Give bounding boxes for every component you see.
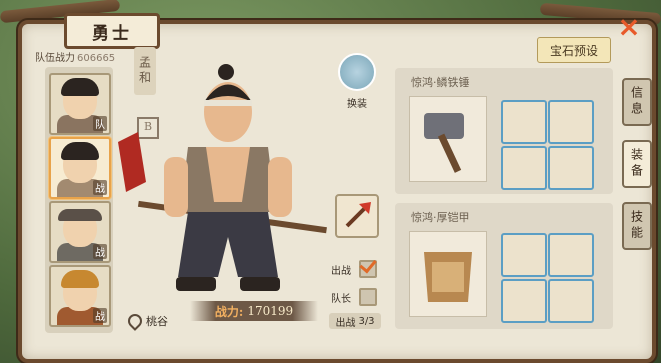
tab-equipment[interactable]: 装备 [622, 140, 652, 188]
sortie-count: 出战 3/3 [329, 313, 381, 329]
weapon-item-slot[interactable] [409, 96, 487, 182]
location-pin-icon [125, 311, 145, 331]
weapon-title: 惊鸿·鳞铁锤 [411, 76, 470, 89]
gem-slot[interactable] [548, 146, 594, 190]
gem-slot[interactable] [501, 279, 547, 323]
captain-label: 队长 [331, 293, 351, 305]
sortie-count-value: 3/3 [358, 315, 375, 327]
power-value: 170199 [247, 304, 294, 318]
hammer-icon [424, 113, 464, 173]
roster-slot-selected[interactable]: 战 [49, 137, 111, 199]
avatar [61, 142, 99, 160]
roster-slot[interactable]: 队 [49, 73, 111, 135]
slot-tag: 战 [93, 244, 107, 259]
tab-info[interactable]: 信息 [622, 78, 652, 126]
hero-figure [118, 64, 327, 291]
avatar [58, 209, 102, 221]
tab-skills[interactable]: 技能 [622, 202, 652, 250]
sortie-count-label: 出战 [335, 317, 356, 329]
captain-toggle[interactable]: 队长 [331, 288, 377, 306]
gem-slot[interactable] [501, 100, 547, 144]
slot-tag: 队 [93, 116, 107, 131]
axe-icon [345, 202, 371, 228]
avatar [61, 270, 99, 288]
roster-slot[interactable]: 战 [49, 201, 111, 263]
avatar [61, 78, 99, 96]
weapon-skin-slot[interactable] [335, 194, 379, 238]
squad-power: 队伍战力 606665 [35, 49, 115, 64]
gem-slot[interactable] [548, 279, 594, 323]
outfit-switch-label: 换装 [347, 99, 367, 110]
location: 桃谷 [125, 311, 168, 331]
page-title: 勇士 [64, 13, 160, 49]
hero-power: 战力: 170199 [190, 301, 318, 321]
armor-title: 惊鸿·厚铠甲 [411, 211, 470, 224]
squad-power-label: 队伍战力 [35, 53, 75, 64]
gem-slot[interactable] [501, 146, 547, 190]
close-icon[interactable]: × [616, 13, 642, 41]
outfit-switch-button[interactable]: 换装 [335, 53, 379, 110]
armor-item-slot[interactable] [409, 231, 487, 317]
roster-slot[interactable]: 战 [49, 265, 111, 327]
slot-tag: 战 [93, 308, 107, 323]
captain-checkbox[interactable] [359, 288, 377, 306]
power-label: 战力: [214, 304, 244, 319]
armor-panel: 惊鸿·厚铠甲 [395, 203, 613, 329]
sortie-label: 出战 [331, 265, 351, 277]
gem-preset-button[interactable]: 宝石预设 [537, 37, 611, 63]
gem-slot[interactable] [501, 233, 547, 277]
gem-slot[interactable] [548, 233, 594, 277]
weapon-panel: 惊鸿·鳞铁锤 [395, 68, 613, 194]
armor-icon [424, 252, 472, 302]
sortie-checkbox[interactable] [359, 260, 377, 278]
sortie-toggle[interactable]: 出战 [331, 260, 377, 278]
roster-list: 队 战 战 战 [45, 67, 113, 333]
squad-power-value: 606665 [77, 53, 116, 64]
gem-slot[interactable] [548, 100, 594, 144]
location-label: 桃谷 [146, 315, 168, 328]
outfit-icon [338, 53, 376, 91]
slot-tag: 战 [93, 180, 107, 195]
